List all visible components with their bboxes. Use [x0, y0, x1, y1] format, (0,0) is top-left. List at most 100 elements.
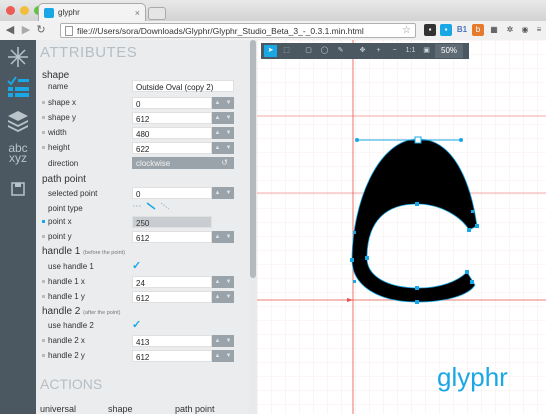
- path-edit-tool-icon[interactable]: ⬚: [280, 45, 293, 57]
- handle1-x-input[interactable]: 24: [132, 276, 212, 288]
- decrement-icon[interactable]: ▼: [223, 231, 234, 243]
- decrement-icon[interactable]: ▼: [223, 276, 234, 288]
- nav-save-icon[interactable]: [5, 176, 31, 202]
- new-oval-tool-icon[interactable]: ◯: [318, 45, 331, 57]
- width-input[interactable]: 480: [132, 127, 212, 139]
- decrement-icon[interactable]: ▼: [223, 97, 234, 109]
- shape-y-lock-icon[interactable]: [42, 116, 45, 119]
- shape-y-stepper[interactable]: ▲ ▼: [212, 112, 234, 124]
- handle1-title: handle 1: [42, 246, 81, 257]
- increment-icon[interactable]: ▲: [212, 127, 223, 139]
- shape-x-lock-icon[interactable]: [42, 101, 45, 104]
- handle1-x-lock-icon[interactable]: [42, 280, 45, 283]
- shape-x-stepper[interactable]: ▲ ▼: [212, 97, 234, 109]
- increment-icon[interactable]: ▲: [212, 291, 223, 303]
- point-x-input[interactable]: 250: [132, 216, 212, 228]
- height-input[interactable]: 622: [132, 142, 212, 154]
- extension-box-icon[interactable]: ▪: [440, 24, 452, 36]
- menu-icon[interactable]: ≡: [533, 24, 545, 36]
- increment-icon[interactable]: ▲: [212, 350, 223, 362]
- address-bar[interactable]: file:///Users/sora/Downloads/Glyphr/Glyp…: [60, 23, 416, 38]
- bookmark-star-icon[interactable]: ☆: [402, 25, 411, 36]
- extension-grid-icon[interactable]: ▦: [488, 24, 500, 36]
- handle1-node[interactable]: [355, 138, 359, 142]
- nav-layers-icon[interactable]: [5, 108, 31, 134]
- decrement-icon[interactable]: ▼: [223, 350, 234, 362]
- decrement-icon[interactable]: ▼: [223, 142, 234, 154]
- selected-point-input[interactable]: 0: [132, 187, 212, 199]
- increment-icon[interactable]: ▲: [212, 335, 223, 347]
- increment-icon[interactable]: ▲: [212, 276, 223, 288]
- nav-attributes-icon[interactable]: [5, 74, 31, 100]
- reload-icon[interactable]: ↻: [35, 24, 47, 37]
- zoom-one-to-one-icon[interactable]: 1:1: [404, 45, 417, 57]
- close-window-button[interactable]: [6, 6, 15, 15]
- increment-icon[interactable]: ▲: [212, 112, 223, 124]
- increment-icon[interactable]: ▲: [212, 142, 223, 154]
- browser-tab[interactable]: glyphr ×: [38, 3, 146, 21]
- new-path-tool-icon[interactable]: ✎: [334, 45, 347, 57]
- selected-point-stepper[interactable]: ▲ ▼: [212, 187, 234, 199]
- handle1-y-lock-icon[interactable]: [42, 295, 45, 298]
- handle2-y-stepper[interactable]: ▲ ▼: [212, 350, 234, 362]
- handle2-x-lock-icon[interactable]: [42, 339, 45, 342]
- handle2-y-input[interactable]: 612: [132, 350, 212, 362]
- extension-gear-icon[interactable]: ✲: [504, 24, 516, 36]
- decrement-icon[interactable]: ▼: [223, 112, 234, 124]
- shape-x-input[interactable]: 0: [132, 97, 212, 109]
- extension-circle-icon[interactable]: ◉: [519, 24, 531, 36]
- edit-canvas[interactable]: glyphr: [257, 40, 546, 414]
- point-y-stepper[interactable]: ▲ ▼: [212, 231, 234, 243]
- extension-dark-icon[interactable]: ▪: [424, 24, 436, 36]
- width-lock-icon[interactable]: [42, 131, 45, 134]
- extension-b1-icon[interactable]: B1: [456, 24, 468, 36]
- attributes-scrollbar-thumb[interactable]: [250, 40, 256, 278]
- width-stepper[interactable]: ▲ ▼: [212, 127, 234, 139]
- point-type-symmetric-icon[interactable]: [160, 201, 170, 211]
- point-y-lock-icon[interactable]: [42, 235, 45, 238]
- handle1-x-stepper[interactable]: ▲ ▼: [212, 276, 234, 288]
- new-tab-button[interactable]: [148, 7, 166, 20]
- browser-toolbar: ◀ ▶ ↻ file:///Users/sora/Downloads/Glyph…: [0, 21, 546, 41]
- back-icon[interactable]: ◀: [4, 24, 16, 37]
- selected-point-node[interactable]: [414, 136, 422, 144]
- glyph-canvas[interactable]: glyphr: [257, 40, 546, 414]
- direction-toggle-button[interactable]: clockwise ↺: [132, 157, 234, 169]
- forward-icon[interactable]: ▶: [20, 24, 32, 37]
- point-type-corner-icon[interactable]: [132, 201, 142, 211]
- point-y-input[interactable]: 612: [132, 231, 212, 243]
- handle2-x-stepper[interactable]: ▲ ▼: [212, 335, 234, 347]
- decrement-icon[interactable]: ▼: [223, 187, 234, 199]
- zoom-fit-icon[interactable]: ▣: [420, 45, 433, 57]
- handle1-y-input[interactable]: 612: [132, 291, 212, 303]
- increment-icon[interactable]: ▲: [212, 231, 223, 243]
- decrement-icon[interactable]: ▼: [223, 335, 234, 347]
- use-handle2-checkbox[interactable]: ✓: [132, 318, 141, 331]
- decrement-icon[interactable]: ▼: [223, 127, 234, 139]
- extension-bitly-icon[interactable]: b: [472, 24, 484, 36]
- nav-characters-icon[interactable]: abc xyz: [5, 140, 31, 166]
- handle2-y-lock-icon[interactable]: [42, 354, 45, 357]
- minimize-window-button[interactable]: [20, 6, 29, 15]
- zoom-out-icon[interactable]: −: [388, 45, 401, 57]
- height-stepper[interactable]: ▲ ▼: [212, 142, 234, 154]
- increment-icon[interactable]: ▲: [212, 97, 223, 109]
- nav-logo-star-icon[interactable]: [5, 44, 31, 70]
- handle2-x-input[interactable]: 413: [132, 335, 212, 347]
- attributes-title: ATTRIBUTES: [40, 44, 138, 61]
- pan-tool-icon[interactable]: ✥: [356, 45, 369, 57]
- zoom-in-icon[interactable]: +: [372, 45, 385, 57]
- new-rect-tool-icon[interactable]: ▢: [302, 45, 315, 57]
- shape-y-input[interactable]: 612: [132, 112, 212, 124]
- handle2-node[interactable]: [459, 138, 463, 142]
- handle1-y-stepper[interactable]: ▲ ▼: [212, 291, 234, 303]
- increment-icon[interactable]: ▲: [212, 187, 223, 199]
- pointer-tool-icon[interactable]: ➤: [264, 45, 277, 57]
- use-handle1-checkbox[interactable]: ✓: [132, 259, 141, 272]
- shape-name-input[interactable]: Outside Oval (copy 2): [132, 80, 234, 92]
- point-type-flat-icon[interactable]: [146, 201, 156, 211]
- decrement-icon[interactable]: ▼: [223, 291, 234, 303]
- point-x-lock-icon[interactable]: [42, 220, 45, 223]
- height-lock-icon[interactable]: [42, 146, 45, 149]
- tab-close-icon[interactable]: ×: [135, 8, 140, 18]
